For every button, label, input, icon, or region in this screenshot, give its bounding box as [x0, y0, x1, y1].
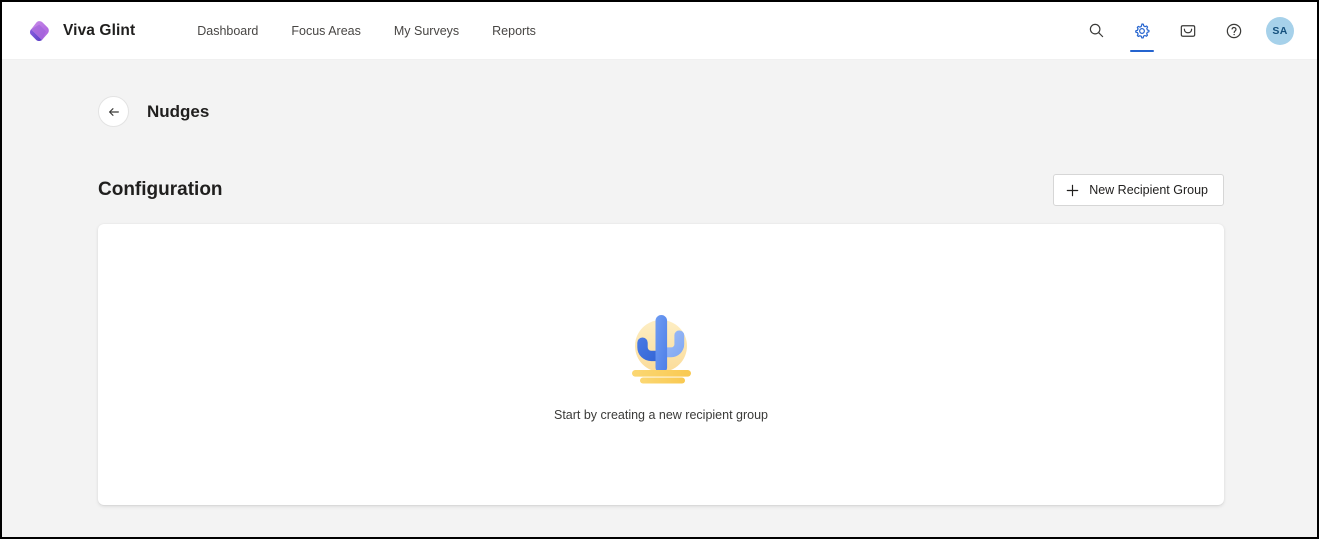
search-icon[interactable] — [1080, 15, 1112, 47]
avatar[interactable]: SA — [1266, 16, 1294, 45]
section-header-row: Configuration New Recipient Group — [2, 174, 1317, 206]
app-window: Viva Glint Dashboard Focus Areas My Surv… — [2, 2, 1317, 537]
page-title: Nudges — [147, 101, 210, 121]
back-button[interactable] — [98, 96, 129, 127]
brand[interactable]: Viva Glint — [27, 19, 135, 43]
page-body: Nudges Configuration New Recipient Group — [2, 60, 1317, 537]
section-title: Configuration — [98, 179, 223, 200]
empty-state-message: Start by creating a new recipient group — [553, 408, 768, 422]
cactus-desert-illustration — [615, 301, 707, 387]
empty-state: Start by creating a new recipient group — [554, 301, 768, 422]
configuration-card: Start by creating a new recipient group — [98, 224, 1224, 505]
new-recipient-group-button[interactable]: New Recipient Group — [1053, 174, 1224, 206]
nav-link-dashboard[interactable]: Dashboard — [197, 24, 258, 38]
help-icon[interactable] — [1218, 15, 1250, 47]
header-actions: SA — [1080, 15, 1294, 52]
nav-link-reports[interactable]: Reports — [492, 24, 536, 38]
viva-glint-rhombus-logo — [27, 19, 51, 43]
nav-link-focus-areas[interactable]: Focus Areas — [291, 24, 360, 38]
main-nav: Dashboard Focus Areas My Surveys Reports — [197, 24, 536, 38]
nav-link-my-surveys[interactable]: My Surveys — [394, 24, 459, 38]
page-title-row: Nudges — [2, 60, 1317, 127]
gear-icon[interactable] — [1126, 15, 1158, 52]
new-recipient-group-label: New Recipient Group — [1089, 183, 1208, 197]
plus-icon — [1066, 184, 1079, 197]
app-header: Viva Glint Dashboard Focus Areas My Surv… — [2, 2, 1317, 60]
inbox-icon[interactable] — [1172, 15, 1204, 47]
brand-name: Viva Glint — [63, 21, 136, 39]
